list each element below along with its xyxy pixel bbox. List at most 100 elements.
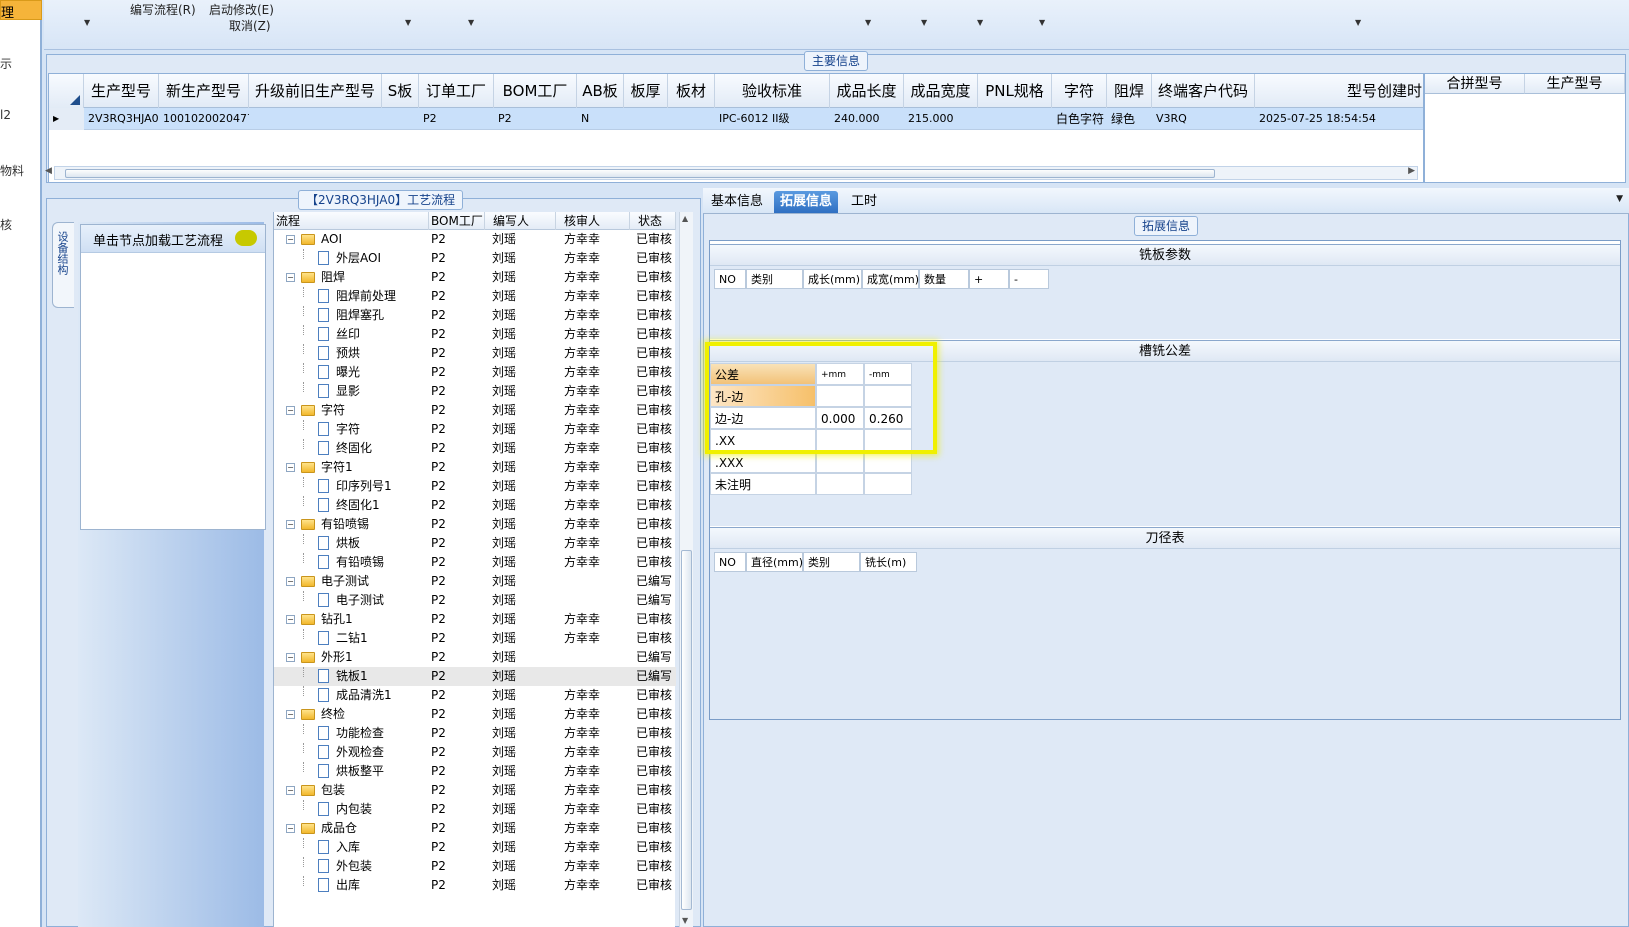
cell[interactable]: 240.000 bbox=[830, 108, 904, 130]
cell[interactable]: 215.000 bbox=[904, 108, 978, 130]
column-header[interactable]: 订单工厂 bbox=[419, 74, 494, 108]
tree-node-row[interactable]: 外观检查 P2 刘瑶 方幸幸 已审核 bbox=[274, 743, 676, 762]
chevron-down-icon[interactable]: ▼ bbox=[405, 18, 411, 27]
tree-node-row[interactable]: 预烘 P2 刘瑶 方幸幸 已审核 bbox=[274, 344, 676, 363]
tree-folder-row[interactable]: − 字符 P2 刘瑶 方幸幸 已审核 bbox=[274, 401, 676, 420]
column-header[interactable]: AB板 bbox=[577, 74, 624, 108]
chevron-down-icon[interactable]: ▼ bbox=[1355, 18, 1361, 27]
tree-node-row[interactable]: 成品清洗1 P2 刘瑶 方幸幸 已审核 bbox=[274, 686, 676, 705]
tree-folder-row[interactable]: − 阻焊 P2 刘瑶 方幸幸 已审核 bbox=[274, 268, 676, 287]
tolerance-plus-input[interactable]: 0.000 bbox=[816, 407, 864, 429]
cell[interactable]: 绿色 bbox=[1107, 108, 1152, 130]
left-nav-item[interactable]: 核 bbox=[0, 216, 12, 233]
vertical-tab[interactable]: 设备结构 bbox=[52, 222, 74, 308]
cell[interactable]: P2 bbox=[419, 108, 494, 130]
chevron-down-icon[interactable]: ▼ bbox=[1039, 18, 1045, 27]
tree-node-row[interactable]: 入库 P2 刘瑶 方幸幸 已审核 bbox=[274, 838, 676, 857]
tab-basic-info[interactable]: 基本信息 bbox=[705, 191, 769, 213]
tree-node-row[interactable]: 阻焊塞孔 P2 刘瑶 方幸幸 已审核 bbox=[274, 306, 676, 325]
column-header[interactable]: S板 bbox=[382, 74, 419, 108]
left-nav-item[interactable]: 物料 bbox=[0, 162, 24, 179]
collapse-icon[interactable]: − bbox=[286, 463, 295, 472]
tree-node-row[interactable]: 终固化1 P2 刘瑶 方幸幸 已审核 bbox=[274, 496, 676, 515]
cell[interactable] bbox=[978, 108, 1052, 130]
tree-node-row[interactable]: 终固化 P2 刘瑶 方幸幸 已审核 bbox=[274, 439, 676, 458]
cancel-button[interactable]: 取消(Z) bbox=[229, 17, 271, 34]
cell[interactable]: V3RQ bbox=[1152, 108, 1255, 130]
tab-extended-info[interactable]: 拓展信息 bbox=[774, 191, 839, 213]
tolerance-minus-input[interactable] bbox=[864, 429, 912, 451]
tree-node-row[interactable]: 出库 P2 刘瑶 方幸幸 已审核 bbox=[274, 876, 676, 895]
write-flow-button[interactable]: 编写流程(R) bbox=[130, 1, 196, 18]
tree-node-row[interactable]: 二钻1 P2 刘瑶 方幸幸 已审核 bbox=[274, 629, 676, 648]
tree-node-row[interactable]: 功能检查 P2 刘瑶 方幸幸 已审核 bbox=[274, 724, 676, 743]
tree-folder-row[interactable]: − 成品仓 P2 刘瑶 方幸幸 已审核 bbox=[274, 819, 676, 838]
tree-folder-row[interactable]: − 包装 P2 刘瑶 方幸幸 已审核 bbox=[274, 781, 676, 800]
tolerance-label[interactable]: 未注明 bbox=[710, 473, 816, 495]
tree-node-row[interactable]: 印序列号1 P2 刘瑶 方幸幸 已审核 bbox=[274, 477, 676, 496]
tree-node-row[interactable]: 丝印 P2 刘瑶 方幸幸 已审核 bbox=[274, 325, 676, 344]
column-header[interactable]: 型号创建时 bbox=[1255, 74, 1423, 108]
scrollbar-thumb[interactable] bbox=[65, 169, 1215, 178]
scroll-right-icon[interactable]: ▶ bbox=[1408, 166, 1415, 176]
chevron-down-icon[interactable]: ▼ bbox=[468, 18, 474, 27]
tree-node-row[interactable]: 外层AOI P2 刘瑶 方幸幸 已审核 bbox=[274, 249, 676, 268]
tolerance-label[interactable]: 边-边 bbox=[710, 407, 816, 429]
column-header[interactable]: 状态 bbox=[630, 212, 676, 230]
collapse-icon[interactable]: − bbox=[286, 235, 295, 244]
scroll-up-icon[interactable]: ▲ bbox=[682, 214, 688, 223]
column-header[interactable]: 板材 bbox=[668, 74, 715, 108]
column-header[interactable]: 生产型号 bbox=[84, 74, 159, 108]
collapse-icon[interactable]: − bbox=[286, 653, 295, 662]
add-row-button[interactable]: + bbox=[969, 269, 1009, 289]
column-header[interactable]: 新生产型号 bbox=[159, 74, 249, 108]
tree-node-row[interactable]: 烘板 P2 刘瑶 方幸幸 已审核 bbox=[274, 534, 676, 553]
column-header[interactable]: 升级前旧生产型号 bbox=[249, 74, 382, 108]
tree-node-row[interactable]: 显影 P2 刘瑶 方幸幸 已审核 bbox=[274, 382, 676, 401]
tree-node-row[interactable]: 内包装 P2 刘瑶 方幸幸 已审核 bbox=[274, 800, 676, 819]
tree-node-row[interactable]: 字符 P2 刘瑶 方幸幸 已审核 bbox=[274, 420, 676, 439]
chevron-down-icon[interactable]: ▼ bbox=[921, 18, 927, 27]
column-header[interactable]: BOM工厂 bbox=[429, 212, 485, 230]
tolerance-plus-input[interactable] bbox=[816, 385, 864, 407]
cell[interactable]: 10010200204774 bbox=[159, 108, 249, 130]
chevron-down-icon[interactable]: ▼ bbox=[84, 18, 90, 27]
tree-folder-row[interactable]: − AOI P2 刘瑶 方幸幸 已审核 bbox=[274, 230, 676, 249]
collapse-icon[interactable]: − bbox=[286, 577, 295, 586]
cell[interactable]: 白色字符 bbox=[1052, 108, 1107, 130]
table-row[interactable]: ▶ 2V3RQ3HJA0 10010200204774 P2 P2 N IPC-… bbox=[49, 108, 1423, 130]
tolerance-minus-input[interactable] bbox=[864, 385, 912, 407]
cell[interactable] bbox=[624, 108, 668, 130]
column-header[interactable]: 成品长度 bbox=[830, 74, 904, 108]
tree-folder-row[interactable]: − 钻孔1 P2 刘瑶 方幸幸 已审核 bbox=[274, 610, 676, 629]
column-header[interactable]: PNL规格 bbox=[978, 74, 1052, 108]
node-load-header[interactable]: 单击节点加载工艺流程 bbox=[81, 225, 265, 253]
chevron-down-icon[interactable]: ▼ bbox=[865, 18, 871, 27]
cell[interactable] bbox=[668, 108, 715, 130]
tree-folder-row[interactable]: − 外形1 P2 刘瑶 已编写 bbox=[274, 648, 676, 667]
column-header[interactable]: 生产型号 bbox=[1525, 74, 1625, 94]
collapse-icon[interactable]: − bbox=[286, 273, 295, 282]
tolerance-label[interactable]: .XXX bbox=[710, 451, 816, 473]
cell[interactable]: N bbox=[577, 108, 624, 130]
tolerance-plus-input[interactable] bbox=[816, 473, 864, 495]
tolerance-label[interactable]: 孔-边 bbox=[710, 385, 816, 407]
scroll-left-icon[interactable]: ◀ bbox=[45, 166, 52, 176]
collapse-icon[interactable]: − bbox=[286, 824, 295, 833]
tree-node-row[interactable]: 曝光 P2 刘瑶 方幸幸 已审核 bbox=[274, 363, 676, 382]
cell[interactable] bbox=[382, 108, 419, 130]
column-header[interactable]: 成品宽度 bbox=[904, 74, 978, 108]
left-nav-item[interactable]: 示 bbox=[0, 55, 12, 72]
start-modify-button[interactable]: 启动修改(E) bbox=[209, 1, 274, 18]
tree-folder-row[interactable]: − 字符1 P2 刘瑶 方幸幸 已审核 bbox=[274, 458, 676, 477]
tree-node-row[interactable]: 阻焊前处理 P2 刘瑶 方幸幸 已审核 bbox=[274, 287, 676, 306]
collapse-icon[interactable]: − bbox=[286, 520, 295, 529]
left-nav-item-selected[interactable]: 理 bbox=[0, 0, 42, 21]
column-header[interactable]: 合拼型号 bbox=[1425, 74, 1525, 94]
column-header[interactable]: 流程 bbox=[274, 212, 429, 230]
column-header[interactable]: 阻焊 bbox=[1107, 74, 1152, 108]
vertical-scrollbar[interactable]: ▲ ▼ bbox=[679, 212, 693, 927]
cell[interactable] bbox=[249, 108, 382, 130]
collapse-icon[interactable]: − bbox=[286, 406, 295, 415]
scroll-down-icon[interactable]: ▼ bbox=[682, 916, 688, 925]
